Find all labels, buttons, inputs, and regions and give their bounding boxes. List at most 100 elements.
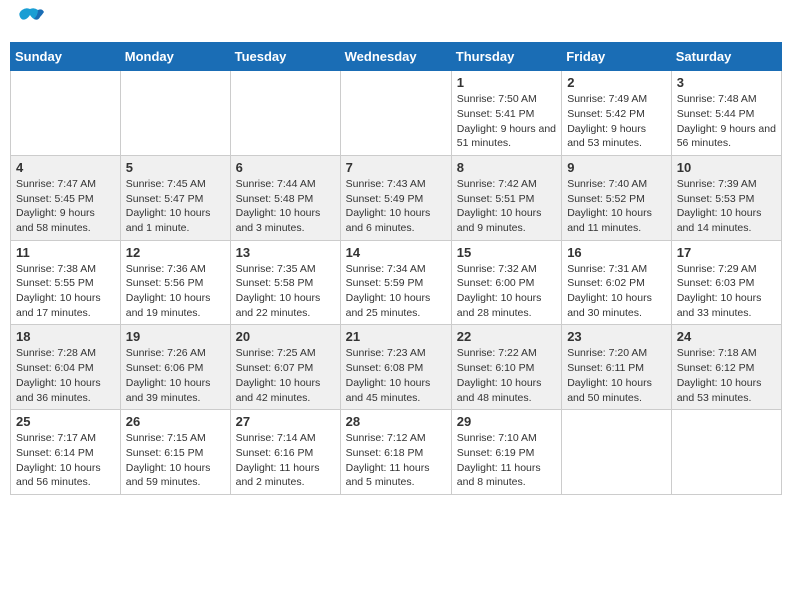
day-number: 16 (567, 245, 666, 260)
calendar-table: SundayMondayTuesdayWednesdayThursdayFrid… (10, 42, 782, 495)
day-info: Sunrise: 7:26 AM Sunset: 6:06 PM Dayligh… (126, 346, 225, 405)
calendar-cell: 3 Sunrise: 7:48 AM Sunset: 5:44 PM Daylig… (671, 71, 781, 156)
calendar-cell: 13 Sunrise: 7:35 AM Sunset: 5:58 PM Dayli… (230, 240, 340, 325)
day-info: Sunrise: 7:44 AM Sunset: 5:48 PM Dayligh… (236, 177, 335, 236)
weekday-header-thursday: Thursday (451, 43, 561, 71)
calendar-cell: 26 Sunrise: 7:15 AM Sunset: 6:15 PM Dayli… (120, 410, 230, 495)
week-row-5: 25 Sunrise: 7:17 AM Sunset: 6:14 PM Dayli… (11, 410, 782, 495)
calendar-cell: 9 Sunrise: 7:40 AM Sunset: 5:52 PM Daylig… (562, 155, 672, 240)
day-number: 24 (677, 329, 776, 344)
day-number: 25 (16, 414, 115, 429)
calendar-cell: 25 Sunrise: 7:17 AM Sunset: 6:14 PM Dayli… (11, 410, 121, 495)
day-number: 3 (677, 75, 776, 90)
calendar-cell: 29Sunrise: 7:10 AM Sunset: 6:19 PM Dayli… (451, 410, 561, 495)
day-info: Sunrise: 7:22 AM Sunset: 6:10 PM Dayligh… (457, 346, 556, 405)
page-header (10, 10, 782, 34)
day-info: Sunrise: 7:12 AM Sunset: 6:18 PM Dayligh… (346, 431, 446, 490)
calendar-cell: 10 Sunrise: 7:39 AM Sunset: 5:53 PM Dayli… (671, 155, 781, 240)
day-number: 23 (567, 329, 666, 344)
day-info: Sunrise: 7:23 AM Sunset: 6:08 PM Dayligh… (346, 346, 446, 405)
day-number: 14 (346, 245, 446, 260)
day-number: 12 (126, 245, 225, 260)
calendar-cell: 27 Sunrise: 7:14 AM Sunset: 6:16 PM Dayli… (230, 410, 340, 495)
calendar-cell: 20 Sunrise: 7:25 AM Sunset: 6:07 PM Dayli… (230, 325, 340, 410)
day-number: 2 (567, 75, 666, 90)
calendar-cell: 28 Sunrise: 7:12 AM Sunset: 6:18 PM Dayli… (340, 410, 451, 495)
day-info: Sunrise: 7:35 AM Sunset: 5:58 PM Dayligh… (236, 262, 335, 321)
week-row-3: 11 Sunrise: 7:38 AM Sunset: 5:55 PM Dayli… (11, 240, 782, 325)
day-number: 20 (236, 329, 335, 344)
day-number: 6 (236, 160, 335, 175)
day-info: Sunrise: 7:25 AM Sunset: 6:07 PM Dayligh… (236, 346, 335, 405)
calendar-cell (340, 71, 451, 156)
calendar-cell: 7 Sunrise: 7:43 AM Sunset: 5:49 PM Daylig… (340, 155, 451, 240)
calendar-cell: 4Sunrise: 7:47 AM Sunset: 5:45 PM Daylig… (11, 155, 121, 240)
day-info: Sunrise: 7:38 AM Sunset: 5:55 PM Dayligh… (16, 262, 115, 321)
day-info: Sunrise: 7:40 AM Sunset: 5:52 PM Dayligh… (567, 177, 666, 236)
day-info: Sunrise: 7:47 AM Sunset: 5:45 PM Dayligh… (16, 177, 115, 236)
calendar-cell: 24 Sunrise: 7:18 AM Sunset: 6:12 PM Dayli… (671, 325, 781, 410)
day-info: Sunrise: 7:18 AM Sunset: 6:12 PM Dayligh… (677, 346, 776, 405)
day-info: Sunrise: 7:29 AM Sunset: 6:03 PM Dayligh… (677, 262, 776, 321)
weekday-header-friday: Friday (562, 43, 672, 71)
day-number: 7 (346, 160, 446, 175)
logo-bird-icon (16, 7, 44, 29)
day-number: 29 (457, 414, 556, 429)
day-info: Sunrise: 7:36 AM Sunset: 5:56 PM Dayligh… (126, 262, 225, 321)
day-info: Sunrise: 7:49 AM Sunset: 5:42 PM Dayligh… (567, 92, 666, 151)
day-number: 5 (126, 160, 225, 175)
day-info: Sunrise: 7:17 AM Sunset: 6:14 PM Dayligh… (16, 431, 115, 490)
day-number: 18 (16, 329, 115, 344)
day-number: 9 (567, 160, 666, 175)
day-number: 17 (677, 245, 776, 260)
day-info: Sunrise: 7:34 AM Sunset: 5:59 PM Dayligh… (346, 262, 446, 321)
day-info: Sunrise: 7:32 AM Sunset: 6:00 PM Dayligh… (457, 262, 556, 321)
day-info: Sunrise: 7:45 AM Sunset: 5:47 PM Dayligh… (126, 177, 225, 236)
day-number: 22 (457, 329, 556, 344)
calendar-cell (11, 71, 121, 156)
calendar-cell: 12 Sunrise: 7:36 AM Sunset: 5:56 PM Dayli… (120, 240, 230, 325)
calendar-cell: 17 Sunrise: 7:29 AM Sunset: 6:03 PM Dayli… (671, 240, 781, 325)
day-info: Sunrise: 7:43 AM Sunset: 5:49 PM Dayligh… (346, 177, 446, 236)
day-number: 10 (677, 160, 776, 175)
calendar-cell (230, 71, 340, 156)
day-info: Sunrise: 7:48 AM Sunset: 5:44 PM Dayligh… (677, 92, 776, 151)
day-info: Sunrise: 7:28 AM Sunset: 6:04 PM Dayligh… (16, 346, 115, 405)
day-info: Sunrise: 7:50 AM Sunset: 5:41 PM Dayligh… (457, 92, 556, 151)
day-number: 19 (126, 329, 225, 344)
day-number: 28 (346, 414, 446, 429)
calendar-cell: 18 Sunrise: 7:28 AM Sunset: 6:04 PM Dayli… (11, 325, 121, 410)
day-info: Sunrise: 7:15 AM Sunset: 6:15 PM Dayligh… (126, 431, 225, 490)
day-number: 27 (236, 414, 335, 429)
calendar-cell: 15 Sunrise: 7:32 AM Sunset: 6:00 PM Dayli… (451, 240, 561, 325)
calendar-cell: 11 Sunrise: 7:38 AM Sunset: 5:55 PM Dayli… (11, 240, 121, 325)
day-number: 1 (457, 75, 556, 90)
day-number: 13 (236, 245, 335, 260)
weekday-header-monday: Monday (120, 43, 230, 71)
day-number: 26 (126, 414, 225, 429)
weekday-header-tuesday: Tuesday (230, 43, 340, 71)
calendar-cell: 21Sunrise: 7:23 AM Sunset: 6:08 PM Dayli… (340, 325, 451, 410)
calendar-cell: 1 Sunrise: 7:50 AM Sunset: 5:41 PM Daylig… (451, 71, 561, 156)
calendar-cell: 14 Sunrise: 7:34 AM Sunset: 5:59 PM Dayli… (340, 240, 451, 325)
day-info: Sunrise: 7:14 AM Sunset: 6:16 PM Dayligh… (236, 431, 335, 490)
week-row-2: 4Sunrise: 7:47 AM Sunset: 5:45 PM Daylig… (11, 155, 782, 240)
calendar-cell: 19 Sunrise: 7:26 AM Sunset: 6:06 PM Dayli… (120, 325, 230, 410)
calendar-cell (562, 410, 672, 495)
calendar-cell: 16 Sunrise: 7:31 AM Sunset: 6:02 PM Dayli… (562, 240, 672, 325)
day-info: Sunrise: 7:20 AM Sunset: 6:11 PM Dayligh… (567, 346, 666, 405)
calendar-cell (120, 71, 230, 156)
weekday-header-saturday: Saturday (671, 43, 781, 71)
calendar-cell: 6 Sunrise: 7:44 AM Sunset: 5:48 PM Daylig… (230, 155, 340, 240)
calendar-cell (671, 410, 781, 495)
day-info: Sunrise: 7:39 AM Sunset: 5:53 PM Dayligh… (677, 177, 776, 236)
day-info: Sunrise: 7:31 AM Sunset: 6:02 PM Dayligh… (567, 262, 666, 321)
day-number: 11 (16, 245, 115, 260)
week-row-4: 18 Sunrise: 7:28 AM Sunset: 6:04 PM Dayli… (11, 325, 782, 410)
weekday-header-wednesday: Wednesday (340, 43, 451, 71)
calendar-cell: 8Sunrise: 7:42 AM Sunset: 5:51 PM Daylig… (451, 155, 561, 240)
day-number: 15 (457, 245, 556, 260)
day-number: 8 (457, 160, 556, 175)
calendar-cell: 5 Sunrise: 7:45 AM Sunset: 5:47 PM Daylig… (120, 155, 230, 240)
calendar-cell: 23 Sunrise: 7:20 AM Sunset: 6:11 PM Dayli… (562, 325, 672, 410)
